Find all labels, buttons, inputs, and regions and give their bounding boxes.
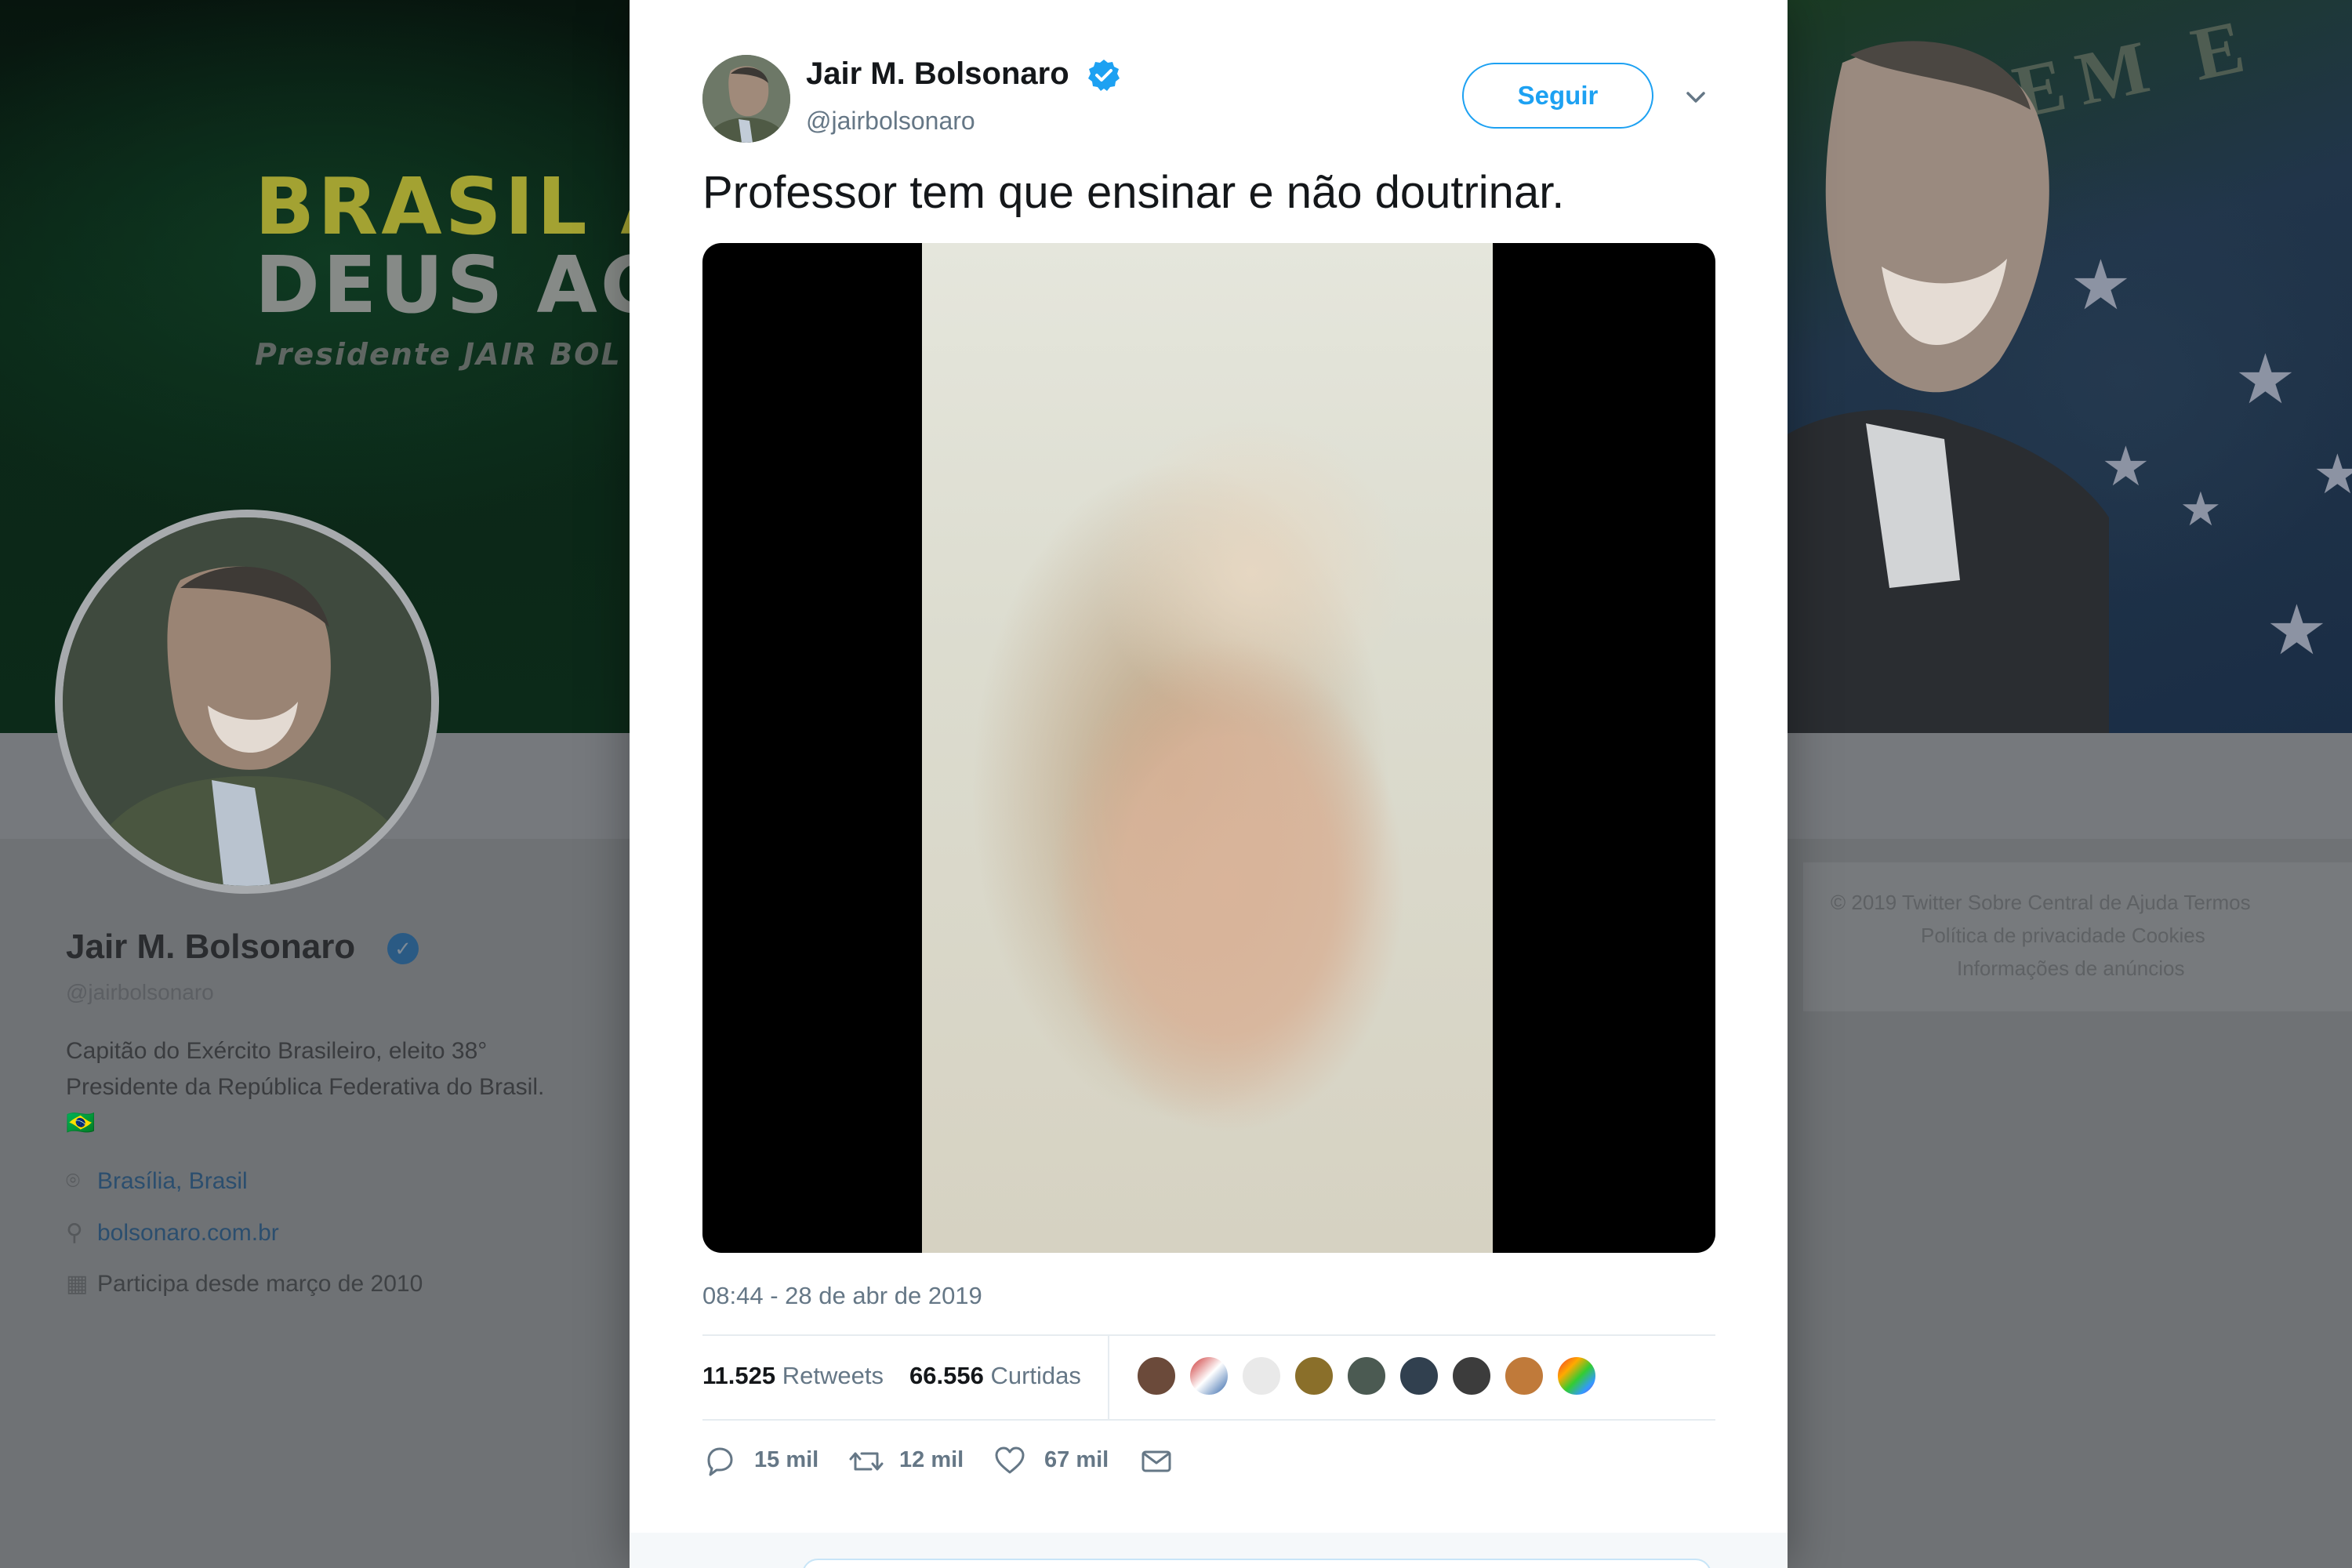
likes-stat[interactable]: 66.556 Curtidas (909, 1362, 1081, 1390)
video-frame (922, 243, 1493, 1253)
chevron-down-icon[interactable] (1680, 82, 1711, 113)
flag-star-icon: ★ (2180, 483, 2222, 535)
link-icon: ⚲ (66, 1220, 83, 1246)
footer-links-panel: © 2019 Twitter Sobre Central de Ajuda Te… (1803, 862, 2352, 1011)
liker-avatar[interactable] (1503, 1355, 1545, 1397)
tweet-video[interactable] (702, 243, 1715, 1253)
banner-headline-line2: DEUS AC (255, 239, 631, 331)
heart-icon (995, 1446, 1025, 1474)
retweet-icon (849, 1452, 884, 1471)
retweets-count: 11.525 (702, 1362, 776, 1389)
divider (702, 1419, 1715, 1421)
author-avatar[interactable] (702, 55, 790, 143)
likes-label: Curtidas (990, 1362, 1081, 1389)
flag-star-icon: ★ (2234, 340, 2296, 418)
liker-avatar[interactable] (1188, 1355, 1230, 1397)
verified-badge-icon: ✓ (387, 933, 419, 964)
location-pin-icon: ⌾ (66, 1168, 80, 1194)
like-action[interactable]: 67 mil (993, 1441, 1118, 1480)
profile-joined-date: Participa desde março de 2010 (97, 1271, 423, 1297)
profile-bio: Capitão do Exército Brasileiro, eleito 3… (66, 1038, 545, 1136)
screenshot-stage: BRASIL A DEUS AC Presidente JAIR BOL ★ ★… (0, 0, 2352, 1568)
profile-location-row: ⌾ Brasília, Brasil (66, 1168, 248, 1195)
retweets-label: Retweets (782, 1362, 884, 1389)
reply-input[interactable] (802, 1559, 1711, 1568)
envelope-icon (1142, 1450, 1171, 1472)
reply-count: 15 mil (754, 1447, 819, 1472)
profile-joined-row: ▦ Participa desde março de 2010 (66, 1270, 423, 1298)
like-count: 67 mil (1044, 1447, 1109, 1472)
divider (702, 1334, 1715, 1336)
flag-star-icon: ★ (2266, 591, 2328, 669)
liker-avatar[interactable] (1345, 1355, 1388, 1397)
reply-action[interactable]: 15 mil (702, 1441, 828, 1480)
tweet-text: Professor tem que ensinar e não doutrina… (702, 167, 1565, 218)
liker-avatar[interactable] (1398, 1355, 1440, 1397)
profile-location[interactable]: Brasília, Brasil (97, 1168, 248, 1194)
calendar-icon: ▦ (66, 1271, 89, 1297)
footer-links-line3[interactable]: Informações de anúncios (1957, 956, 2185, 981)
follow-button[interactable]: Seguir (1462, 63, 1653, 129)
likes-count: 66.556 (909, 1362, 984, 1389)
stats-separator (1108, 1336, 1109, 1419)
profile-display-name: Jair M. Bolsonaro (66, 927, 356, 966)
author-handle[interactable]: @jairbolsonaro (806, 107, 975, 136)
liker-avatar[interactable] (1240, 1355, 1283, 1397)
tweet-card: Jair M. Bolsonaro @jairbolsonaro Seguir … (630, 0, 1788, 1568)
tweet-timestamp[interactable]: 08:44 - 28 de abr de 2019 (702, 1282, 982, 1310)
banner-subtitle: Presidente JAIR BOL (255, 337, 622, 372)
footer-links-line2[interactable]: Política de privacidade Cookies (1921, 924, 2205, 948)
profile-photo-image (63, 517, 431, 886)
reply-icon (707, 1447, 733, 1476)
liker-avatar[interactable] (1555, 1355, 1598, 1397)
verified-badge-icon (1088, 60, 1120, 91)
author-display-name[interactable]: Jair M. Bolsonaro (806, 56, 1069, 92)
liker-avatar[interactable] (1135, 1355, 1178, 1397)
profile-website-row: ⚲ bolsonaro.com.br (66, 1219, 279, 1247)
flag-star-icon: ★ (2313, 444, 2352, 505)
liker-avatar[interactable] (1450, 1355, 1493, 1397)
retweet-action[interactable]: 12 mil (848, 1441, 973, 1480)
profile-website-link[interactable]: bolsonaro.com.br (97, 1220, 279, 1246)
author-photo-image (702, 55, 790, 143)
liker-avatar[interactable] (1293, 1355, 1335, 1397)
footer-links-line1[interactable]: © 2019 Twitter Sobre Central de Ajuda Te… (1831, 891, 2251, 915)
retweets-stat[interactable]: 11.525 Retweets (702, 1362, 884, 1390)
direct-message-action[interactable] (1139, 1441, 1178, 1480)
banner-portrait-image (1780, 41, 2109, 733)
profile-avatar[interactable] (55, 510, 439, 894)
profile-handle: @jairbolsonaro (66, 980, 214, 1004)
retweet-count: 12 mil (899, 1447, 964, 1472)
